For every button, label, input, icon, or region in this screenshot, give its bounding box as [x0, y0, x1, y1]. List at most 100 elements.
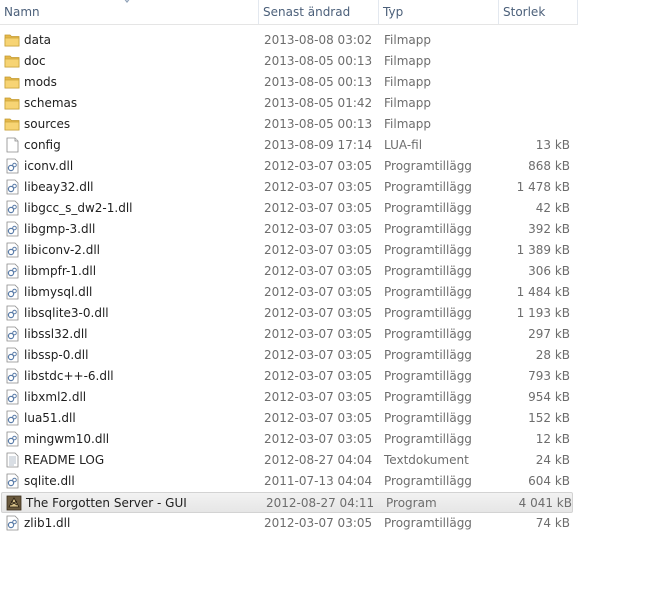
file-name: schemas — [24, 96, 78, 110]
dll-file-icon — [4, 179, 20, 195]
file-name: doc — [24, 54, 46, 68]
file-modified: 2013-08-05 01:42 — [264, 96, 373, 110]
folder-icon — [4, 74, 20, 90]
file-type: Filmapp — [384, 96, 431, 110]
file-type: Programtillägg — [384, 411, 472, 425]
column-header-size[interactable]: Storlek — [499, 0, 578, 24]
file-type: Programtillägg — [384, 516, 472, 530]
file-type: Textdokument — [384, 453, 469, 467]
file-row[interactable]: README LOG 2012-08-27 04:04 Textdokument 24… — [0, 450, 574, 471]
file-row[interactable]: lua51.dll 2012-03-07 03:05 Programtillägg 1… — [0, 408, 574, 429]
file-name: README LOG — [24, 453, 105, 467]
file-name: libssp-0.dll — [24, 348, 89, 362]
file-row[interactable]: mingwm10.dll 2012-03-07 03:05 Programtillä… — [0, 429, 574, 450]
file-row[interactable]: config 2013-08-09 17:14 LUA-fil 13 kB — [0, 135, 574, 156]
file-type: Programtillägg — [384, 327, 472, 341]
file-name: sqlite.dll — [24, 474, 75, 488]
file-type: Programtillägg — [384, 348, 472, 362]
dll-file-icon — [4, 347, 20, 363]
column-header-type[interactable]: Typ — [379, 0, 499, 24]
file-name: libgcc_s_dw2-1.dll — [24, 201, 133, 215]
file-row[interactable]: libsqlite3-0.dll 2012-03-07 03:05 Programt… — [0, 303, 574, 324]
file-name: data — [24, 33, 52, 47]
file-modified: 2012-03-07 03:05 — [264, 516, 373, 530]
file-name: libmysql.dll — [24, 285, 93, 299]
file-name: libsqlite3-0.dll — [24, 306, 109, 320]
file-type: Programtillägg — [384, 474, 472, 488]
file-type: Programtillägg — [384, 432, 472, 446]
dll-file-icon — [4, 431, 20, 447]
file-name: mods — [24, 75, 57, 89]
file-modified: 2012-03-07 03:05 — [264, 243, 373, 257]
file-modified: 2012-03-07 03:05 — [264, 411, 373, 425]
file-row[interactable]: data 2013-08-08 03:02 Filmapp — [0, 30, 574, 51]
file-name: libstdc++-6.dll — [24, 369, 114, 383]
file-row[interactable]: libgmp-3.dll 2012-03-07 03:05 Programtillä… — [0, 219, 574, 240]
sort-arrow-icon — [124, 0, 130, 3]
column-header-modified[interactable]: Senast ändrad — [259, 0, 379, 24]
file-modified: 2013-08-05 00:13 — [264, 54, 373, 68]
lua-file-icon — [4, 137, 20, 153]
file-type: Filmapp — [384, 75, 431, 89]
file-row[interactable]: mods 2013-08-05 00:13 Filmapp — [0, 72, 574, 93]
file-type: Programtillägg — [384, 285, 472, 299]
file-type: Programtillägg — [384, 264, 472, 278]
file-row[interactable]: doc 2013-08-05 00:13 Filmapp — [0, 51, 574, 72]
file-modified: 2012-03-07 03:05 — [264, 306, 373, 320]
file-row[interactable]: libmysql.dll 2012-03-07 03:05 Programtillä… — [0, 282, 574, 303]
file-row[interactable]: libiconv-2.dll 2012-03-07 03:05 Programtil… — [0, 240, 574, 261]
file-modified: 2012-03-07 03:05 — [264, 222, 373, 236]
file-row[interactable]: libssl32.dll 2012-03-07 03:05 Programtillä… — [0, 324, 574, 345]
file-modified: 2012-03-07 03:05 — [264, 285, 373, 299]
column-header-bar: Namn Senast ändrad Typ Storlek — [0, 0, 578, 25]
file-row[interactable]: libssp-0.dll 2012-03-07 03:05 Programtillä… — [0, 345, 574, 366]
folder-icon — [4, 32, 20, 48]
file-modified: 2012-03-07 03:05 — [264, 159, 373, 173]
file-type: Programtillägg — [384, 159, 472, 173]
file-modified: 2013-08-09 17:14 — [264, 138, 373, 152]
file-size: 24 kB — [535, 453, 570, 467]
file-name: zlib1.dll — [24, 516, 71, 530]
file-row[interactable]: iconv.dll 2012-03-07 03:05 Programtillägg 8… — [0, 156, 574, 177]
file-name: config — [24, 138, 61, 152]
file-name: libxml2.dll — [24, 390, 87, 404]
file-row[interactable]: libgcc_s_dw2-1.dll 2012-03-07 03:05 Progra… — [0, 198, 574, 219]
file-type: Programtillägg — [384, 222, 472, 236]
dll-file-icon — [4, 473, 20, 489]
file-size: 74 kB — [535, 516, 570, 530]
dll-file-icon — [4, 305, 20, 321]
file-name: libssl32.dll — [24, 327, 88, 341]
file-row[interactable]: libmpfr-1.dll 2012-03-07 03:05 Programtill… — [0, 261, 574, 282]
file-row[interactable]: libxml2.dll 2012-03-07 03:05 Programtilläg… — [0, 387, 574, 408]
file-size: 793 kB — [528, 369, 570, 383]
file-size: 297 kB — [528, 327, 570, 341]
file-modified: 2012-03-07 03:05 — [264, 180, 373, 194]
file-row[interactable]: sources 2013-08-05 00:13 Filmapp — [0, 114, 574, 135]
dll-file-icon — [4, 158, 20, 174]
dll-file-icon — [4, 410, 20, 426]
file-row[interactable]: libstdc++-6.dll 2012-03-07 03:05 Programti… — [0, 366, 574, 387]
file-row[interactable]: sqlite.dll 2011-07-13 04:04 Programtillägg… — [0, 471, 574, 492]
file-name: iconv.dll — [24, 159, 74, 173]
file-modified: 2012-08-27 04:04 — [264, 453, 373, 467]
file-row[interactable]: The Forgotten Server - GUI 2012-08-27 04:… — [1, 492, 573, 513]
file-size: 604 kB — [528, 474, 570, 488]
file-modified: 2012-03-07 03:05 — [264, 201, 373, 215]
file-name: libmpfr-1.dll — [24, 264, 97, 278]
file-row[interactable]: schemas 2013-08-05 01:42 Filmapp — [0, 93, 574, 114]
text-file-icon — [4, 452, 20, 468]
file-row[interactable]: zlib1.dll 2012-03-07 03:05 Programtillägg 7… — [0, 513, 574, 534]
file-size: 4 041 kB — [518, 496, 572, 510]
file-row[interactable]: libeay32.dll 2012-03-07 03:05 Programtillä… — [0, 177, 574, 198]
file-size: 42 kB — [535, 201, 570, 215]
file-size: 954 kB — [528, 390, 570, 404]
file-modified: 2013-08-05 00:13 — [264, 75, 373, 89]
file-name: The Forgotten Server - GUI — [26, 496, 187, 510]
file-name: libiconv-2.dll — [24, 243, 101, 257]
file-modified: 2012-03-07 03:05 — [264, 264, 373, 278]
dll-file-icon — [4, 284, 20, 300]
folder-icon — [4, 116, 20, 132]
file-type: Programtillägg — [384, 180, 472, 194]
folder-icon — [4, 95, 20, 111]
file-name: lua51.dll — [24, 411, 76, 425]
